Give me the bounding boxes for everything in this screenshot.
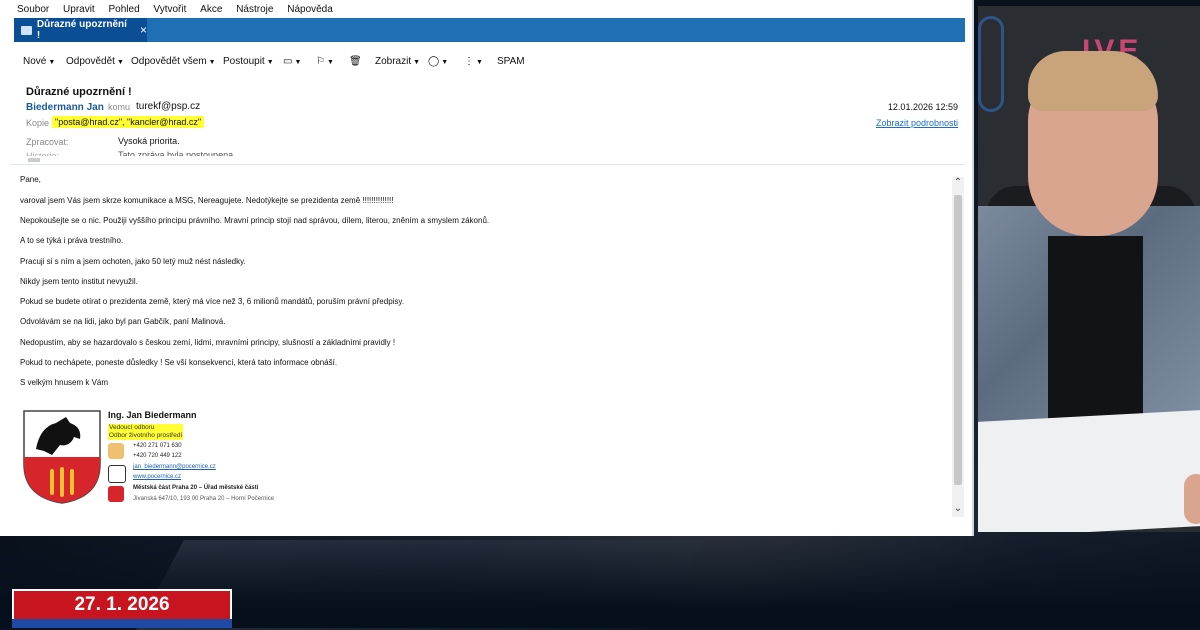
body-line: S velkým hnusem k Vám	[20, 378, 109, 387]
reply-all-button[interactable]: Odpovědět všem ▼	[131, 56, 216, 67]
more-vertical-icon: ⋮	[464, 56, 474, 67]
tab-email[interactable]: Důrazné upozrnění ! ×	[14, 18, 147, 42]
pane-splitter-handle[interactable]	[28, 158, 40, 162]
show-label: Zobrazit	[375, 56, 412, 67]
chevron-down-icon: ▼	[326, 59, 334, 66]
menu-help[interactable]: Nápověda	[287, 4, 333, 15]
trash-icon: 🗑	[349, 56, 362, 67]
signature-phone-2: +420 720 449 122	[133, 453, 182, 459]
signature-name: Ing. Jan Biedermann	[108, 410, 197, 420]
new-label: Nové	[23, 56, 47, 67]
menu-edit[interactable]: Upravit	[63, 4, 95, 15]
chevron-up-icon[interactable]: ⌃	[952, 177, 964, 191]
envelope-icon	[108, 465, 126, 483]
chat-icon: ◯	[428, 56, 440, 67]
body-line: Odvolávám se na lidi, jako byl pan Gabčí…	[20, 317, 226, 326]
broadcast-date-underbar	[12, 619, 232, 628]
email-window: Soubor Upravit Pohled Vytvořit Akce Nást…	[0, 0, 974, 536]
show-button[interactable]: Zobrazit ▼	[375, 56, 420, 67]
scrollbar[interactable]: ⌃ ⌄	[952, 177, 964, 517]
body-line: Pane,	[20, 175, 41, 184]
signature-role: Vedoucí odboru Odbor životního prostředí	[108, 424, 184, 440]
mail-icon	[21, 25, 32, 35]
body-line: A to se týká i práva trestního.	[20, 236, 124, 245]
chevron-down-icon: ▼	[413, 59, 421, 66]
body-line: varoval jsem Vás jsem skrze komunikace a…	[20, 196, 394, 205]
forward-button[interactable]: Postoupit ▼	[223, 56, 274, 67]
cc-label: Kopie	[26, 118, 50, 128]
menu-bar: Soubor Upravit Pohled Vytvořit Akce Nást…	[0, 0, 972, 18]
body-line: Pokud to nechápete, poneste důsledky ! S…	[20, 358, 338, 367]
message-subject: Důrazné upozrnění !	[26, 86, 132, 98]
flag-button[interactable]: ⚐ ▼	[316, 56, 334, 67]
coat-of-arms-logo	[23, 410, 101, 504]
chevron-down-icon: ▼	[208, 59, 216, 66]
signature-email-link[interactable]: jan_biedermann@pocernice.cz	[133, 464, 216, 470]
toolbar: Nové ▼ Odpovědět ▼ Odpovědět všem ▼ Postoup…	[14, 48, 965, 74]
body-line: Nepokoušejte se o nic. Použiji vyššího p…	[20, 216, 490, 225]
presenter-video: IVE	[978, 6, 1200, 532]
signature-department: Odbor životního prostředí	[109, 432, 183, 439]
presenter-hair	[1028, 51, 1158, 111]
folder-move-button[interactable]: ▭ ▼	[283, 56, 301, 67]
location-pin-icon	[108, 486, 124, 502]
scrollbar-thumb[interactable]	[954, 195, 962, 485]
menu-create[interactable]: Vytvořit	[153, 4, 186, 15]
close-icon[interactable]: ×	[140, 23, 147, 37]
tab-bar: Důrazné upozrnění ! ×	[14, 18, 965, 42]
signature-address: Jívanská 647/10, 193 00 Praha 20 – Horní…	[133, 496, 275, 502]
chevron-down-icon: ▼	[441, 59, 449, 66]
paper-sheet	[978, 410, 1200, 532]
cc-addresses[interactable]: "posta@hrad.cz", "kancler@hrad.cz"	[52, 116, 205, 128]
processing-value: Vysoká priorita.	[118, 136, 180, 146]
chevron-down-icon: ▼	[116, 59, 124, 66]
history-value: Tato zpráva byla postoupena	[118, 150, 234, 156]
body-line: Pracuji si s ním a jsem ochoten, jako 50…	[20, 257, 246, 266]
signature-role-title: Vedoucí odboru	[109, 424, 155, 431]
menu-tools[interactable]: Nástroje	[236, 4, 273, 15]
delete-button[interactable]: 🗑	[349, 56, 362, 67]
signature-office: Městská část Praha 20 – Úřad městské čás…	[133, 485, 259, 491]
new-button[interactable]: Nové ▼	[23, 56, 55, 67]
more-button[interactable]: ⋮ ▼	[464, 56, 483, 67]
chevron-down-icon: ▼	[48, 59, 56, 66]
to-label: komu	[108, 102, 131, 112]
body-line: Nedopustím, aby se hazardovalo s českou …	[20, 338, 396, 347]
menu-actions[interactable]: Akce	[200, 4, 222, 15]
message-header: Důrazné upozrnění ! Biedermann Jan komu …	[14, 80, 965, 162]
sender-name[interactable]: Biedermann Jan	[26, 102, 104, 113]
message-date: 12.01.2026 12:59	[887, 102, 958, 112]
chevron-down-icon: ▼	[294, 59, 302, 66]
reply-button[interactable]: Odpovědět ▼	[66, 56, 124, 67]
neon-sign-shape	[978, 16, 1004, 112]
body-line: Pokud se budete otírat o prezidenta země…	[20, 297, 405, 306]
signature-phone-1: +420 271 071 630	[133, 443, 182, 449]
tab-title: Důrazné upozrnění !	[36, 19, 127, 41]
processing-label: Zpracovat:	[26, 137, 69, 147]
reply-label: Odpovědět	[66, 56, 115, 67]
spam-button[interactable]: SPAM	[497, 56, 525, 67]
broadcast-date-badge: 27. 1. 2026	[12, 589, 232, 621]
menu-file[interactable]: Soubor	[17, 4, 49, 15]
history-label: Historie:	[26, 151, 60, 156]
to-address[interactable]: turekf@psp.cz	[136, 101, 200, 112]
show-details-link[interactable]: Zobrazit podrobnosti	[876, 118, 958, 128]
phone-icon	[108, 443, 124, 459]
forward-label: Postoupit	[223, 56, 265, 67]
chevron-down-icon: ▼	[476, 59, 483, 66]
body-line: Nikdy jsem tento institut nevyužil.	[20, 277, 138, 286]
reply-all-label: Odpovědět všem	[131, 56, 207, 67]
message-body: Pane, varoval jsem Vás jsem skrze komuni…	[10, 164, 965, 527]
chat-button[interactable]: ◯ ▼	[428, 56, 448, 67]
flag-icon: ⚐	[316, 56, 325, 67]
chevron-down-icon[interactable]: ⌄	[952, 503, 964, 517]
folder-icon: ▭	[283, 56, 293, 67]
presenter-hand	[1184, 474, 1200, 524]
signature-web-link[interactable]: www.pocernice.cz	[133, 474, 181, 480]
menu-view[interactable]: Pohled	[109, 4, 140, 15]
chevron-down-icon: ▼	[266, 59, 274, 66]
